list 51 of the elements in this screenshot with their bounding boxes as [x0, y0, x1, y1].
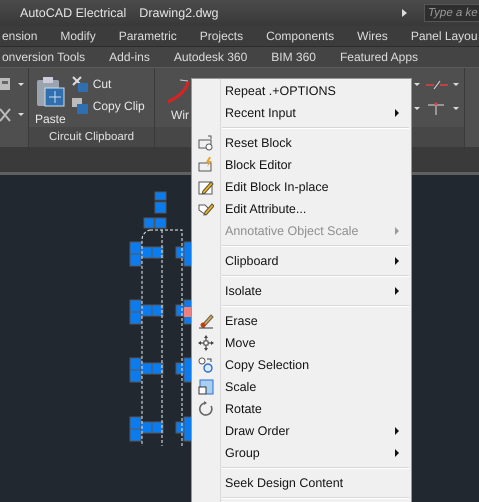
menu-item[interactable]: Isolate [192, 280, 411, 302]
menu-item[interactable]: Reset Block [192, 132, 411, 154]
ribbon-tab[interactable]: Autodesk 360 [172, 50, 250, 64]
ribbon-tab[interactable]: onversion Tools [0, 50, 88, 64]
symbol-icon[interactable] [414, 102, 460, 118]
rotate-icon [198, 401, 214, 417]
menu-item[interactable]: Move [192, 332, 411, 354]
menu-item[interactable]: Scale [192, 376, 411, 398]
paste-button[interactable]: Paste [35, 76, 66, 127]
copy-clip-button[interactable]: Copy Clip [72, 98, 145, 114]
pencil-block-icon [198, 179, 214, 195]
menu-item[interactable]: Group [192, 442, 411, 464]
menu-item[interactable]: Clipboard [192, 250, 411, 272]
cut-button[interactable]: Cut [72, 76, 145, 92]
tool-icon[interactable] [0, 106, 26, 124]
menu-item[interactable]: Draw Order [192, 420, 411, 442]
menu-item[interactable]: Rotate [192, 398, 411, 420]
document-title: Drawing2.dwg [139, 6, 219, 20]
app-title: AutoCAD Electrical [20, 6, 126, 20]
menu-item[interactable]: Seek Design Content [192, 472, 411, 494]
block-lightning-icon [198, 157, 214, 173]
copy-circles-icon [198, 357, 214, 373]
panel-title: Circuit Clipboard [29, 127, 154, 147]
block-reset-icon [198, 135, 214, 151]
tag-pencil-icon [198, 201, 214, 217]
move-arrows-icon [198, 335, 214, 351]
ribbon-tab[interactable]: BIM 360 [269, 50, 318, 64]
ribbon-tab[interactable]: ension [0, 29, 40, 43]
eraser-icon [198, 313, 214, 329]
symbol-icon[interactable] [414, 78, 460, 92]
scale-squares-icon [198, 379, 214, 395]
menu-item[interactable]: Recent Input [192, 102, 411, 124]
menu-item[interactable]: Repeat .+OPTIONS [192, 80, 411, 102]
ribbon-tab[interactable]: Parametric [116, 29, 179, 43]
menu-item[interactable]: Copy Selection [192, 354, 411, 376]
clipboard-icon [35, 76, 66, 108]
ribbon-tab[interactable]: Panel Layou [408, 29, 479, 43]
ribbon-tab[interactable]: Featured Apps [338, 50, 420, 64]
expand-icon[interactable] [402, 9, 407, 17]
ribbon-tab[interactable]: Components [264, 29, 336, 43]
search-field[interactable]: Type a ke [424, 4, 479, 22]
copy-icon [72, 98, 88, 114]
menu-item[interactable]: Erase [192, 310, 411, 332]
menu-item[interactable]: Edit Block In-place [192, 176, 411, 198]
menu-item[interactable]: Edit Attribute... [192, 198, 411, 220]
ribbon-tab[interactable]: Add-ins [107, 50, 152, 64]
ribbon-tab[interactable]: Modify [58, 29, 98, 43]
scissors-icon [72, 76, 88, 92]
wire-button[interactable]: Wir [165, 78, 195, 127]
ribbon-tab[interactable]: Projects [198, 29, 246, 43]
ribbon-tab[interactable]: Wires [355, 29, 390, 43]
